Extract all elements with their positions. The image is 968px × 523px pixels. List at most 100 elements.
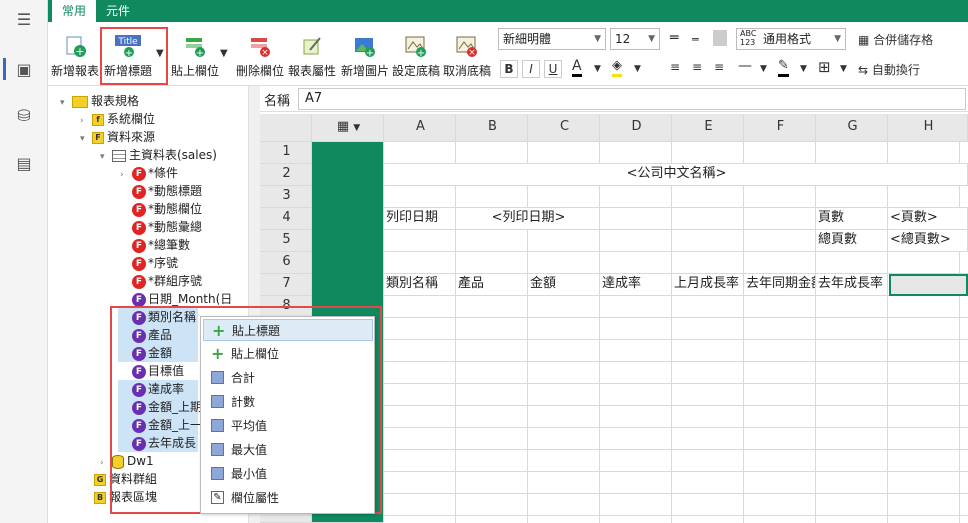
cancel-background-button[interactable]: × 取消底稿 xyxy=(442,34,492,84)
tree-root[interactable]: ▾ 報表規格 xyxy=(60,92,139,110)
active-indicator xyxy=(3,58,6,80)
column-header[interactable]: E xyxy=(672,114,744,142)
new-image-button[interactable]: + 新增圖片 xyxy=(338,34,392,84)
menu-icon[interactable]: ☰ xyxy=(14,10,34,30)
tab-components[interactable]: 元件 xyxy=(96,0,140,22)
total-pages-label[interactable]: 總頁數 xyxy=(816,230,888,252)
menu-item-average[interactable]: 平均值 xyxy=(203,415,373,437)
fill-swatch-icon[interactable] xyxy=(713,30,727,46)
number-format-select[interactable]: ABC 123 通用格式 ▼ xyxy=(736,28,846,50)
menu-item-paste-title[interactable]: + 貼上標題 xyxy=(203,319,373,341)
tree-data-source[interactable]: ▾ F 資料來源 xyxy=(80,128,155,146)
delete-field-button[interactable]: × 刪除欄位 xyxy=(234,34,286,84)
field-badge-icon: F xyxy=(132,220,146,235)
row-header[interactable]: 6 xyxy=(260,252,312,274)
report-properties-button[interactable]: 報表屬性 xyxy=(286,34,338,84)
paste-field-dropdown-icon[interactable]: ▼ xyxy=(220,48,228,59)
tree-item[interactable]: F *總筆數 xyxy=(132,236,190,254)
page-value[interactable]: <頁數> xyxy=(888,208,968,230)
menu-item-count[interactable]: 計數 xyxy=(203,391,373,413)
column-header[interactable]: G xyxy=(816,114,888,142)
column-header[interactable]: F xyxy=(744,114,816,142)
line-style-icon[interactable]: — xyxy=(738,58,752,74)
tree-system-fields[interactable]: › f 系統欄位 xyxy=(80,110,155,128)
menu-item-sum[interactable]: 合計 xyxy=(203,367,373,389)
row-header[interactable]: 2 xyxy=(260,164,312,186)
report-designer-icon[interactable]: ▣ xyxy=(14,60,34,80)
font-color-button[interactable]: A xyxy=(572,58,582,77)
total-pages-value[interactable]: <總頁數> xyxy=(888,230,968,252)
column-header[interactable]: H xyxy=(888,114,968,142)
new-report-button[interactable]: + 新增報表 xyxy=(50,34,100,84)
header-cell[interactable]: 金額 xyxy=(528,274,600,296)
column-header[interactable]: A xyxy=(384,114,456,142)
row-header[interactable]: 5 xyxy=(260,230,312,252)
column-header[interactable]: C xyxy=(528,114,600,142)
tree-item[interactable]: F *動態彙總 xyxy=(132,218,202,236)
tree-item[interactable]: F *動態標題 xyxy=(132,182,202,200)
chevron-down-icon[interactable]: ▼ xyxy=(840,64,847,74)
increase-font-icon[interactable]: ═ xyxy=(670,30,678,46)
tree-item[interactable]: F *群組序號 xyxy=(132,272,202,290)
decrease-font-icon[interactable]: ═ xyxy=(692,33,699,46)
tab-common[interactable]: 常用 xyxy=(52,0,97,22)
italic-button[interactable]: I xyxy=(522,60,540,78)
menu-item-min[interactable]: 最小值 xyxy=(203,463,373,485)
align-left-icon[interactable]: ≡ xyxy=(670,60,680,74)
fill-color-icon[interactable]: ◈ xyxy=(612,58,622,77)
borders-icon[interactable]: ⊞ xyxy=(818,58,831,76)
svg-text:+: + xyxy=(196,48,204,58)
header-cell[interactable]: 類別名稱 xyxy=(384,274,456,296)
menu-item-field-properties[interactable]: ✎ 欄位屬性 xyxy=(203,487,373,509)
merge-cells-button[interactable]: ▦ 合併儲存格 xyxy=(858,31,933,48)
column-header[interactable]: B xyxy=(456,114,528,142)
header-cell[interactable]: 去年同期金額 xyxy=(744,274,816,296)
align-right-icon[interactable]: ≡ xyxy=(714,60,724,74)
new-title-button[interactable]: Title + 新增標題 xyxy=(102,34,154,84)
columns-icon: ▦ xyxy=(336,119,350,134)
border-color-icon[interactable]: ✎ xyxy=(778,58,789,77)
row-header[interactable]: 1 xyxy=(260,142,312,164)
font-size-select[interactable]: 12 ▼ xyxy=(610,28,660,50)
chevron-down-icon[interactable]: ▼ xyxy=(634,64,641,74)
cell-grid[interactable] xyxy=(384,142,968,523)
database-icon[interactable]: ⛁ xyxy=(14,106,34,126)
chevron-right-icon: › xyxy=(120,170,124,180)
name-input[interactable]: A7 xyxy=(298,88,966,110)
menu-item-paste-field[interactable]: + 貼上欄位 xyxy=(203,343,373,365)
underline-button[interactable]: U xyxy=(544,60,562,78)
field-folder-icon: F xyxy=(92,131,104,144)
tree-master-table[interactable]: ▾ 主資料表(sales) xyxy=(100,146,217,164)
wrap-text-button[interactable]: ⇆ 自動換行 xyxy=(858,61,920,78)
column-picker[interactable]: ▦ ▼ xyxy=(312,114,384,142)
print-date-value[interactable]: <列印日期> xyxy=(456,208,600,230)
new-title-dropdown-icon[interactable]: ▼ xyxy=(156,48,164,59)
bold-button[interactable]: B xyxy=(500,60,518,78)
page-label[interactable]: 頁數 xyxy=(816,208,888,230)
row-header[interactable]: 4 xyxy=(260,208,312,230)
header-cell[interactable]: 達成率 xyxy=(600,274,672,296)
menu-item-max[interactable]: 最大值 xyxy=(203,439,373,461)
print-date-label[interactable]: 列印日期 xyxy=(384,208,456,230)
tree-item[interactable]: › F *條件 xyxy=(120,164,178,182)
align-center-icon[interactable]: ≡ xyxy=(692,60,702,74)
selected-cell[interactable] xyxy=(889,274,968,296)
column-header[interactable]: D xyxy=(600,114,672,142)
company-name-cell[interactable]: <公司中文名稱> xyxy=(384,164,968,186)
paste-field-button[interactable]: + 貼上欄位 xyxy=(170,34,220,84)
chevron-down-icon[interactable]: ▼ xyxy=(760,64,767,74)
font-name-select[interactable]: 新細明體 ▼ xyxy=(498,28,606,50)
row-header[interactable]: 3 xyxy=(260,186,312,208)
chevron-down-icon: ▾ xyxy=(100,152,105,162)
tree-item[interactable]: F *序號 xyxy=(132,254,178,272)
chevron-down-icon[interactable]: ▼ xyxy=(594,64,601,74)
header-cell[interactable]: 上月成長率 xyxy=(672,274,744,296)
chevron-down-icon[interactable]: ▼ xyxy=(800,64,807,74)
header-cell[interactable]: 產品 xyxy=(456,274,528,296)
image-icon: + xyxy=(353,34,377,59)
row-header[interactable]: 7 xyxy=(260,274,312,296)
header-cell[interactable]: 去年成長率 xyxy=(816,274,888,296)
report-settings-icon[interactable]: ▤ xyxy=(14,154,34,174)
tree-item[interactable]: F *動態欄位 xyxy=(132,200,202,218)
set-background-button[interactable]: + 設定底稿 xyxy=(392,34,440,84)
